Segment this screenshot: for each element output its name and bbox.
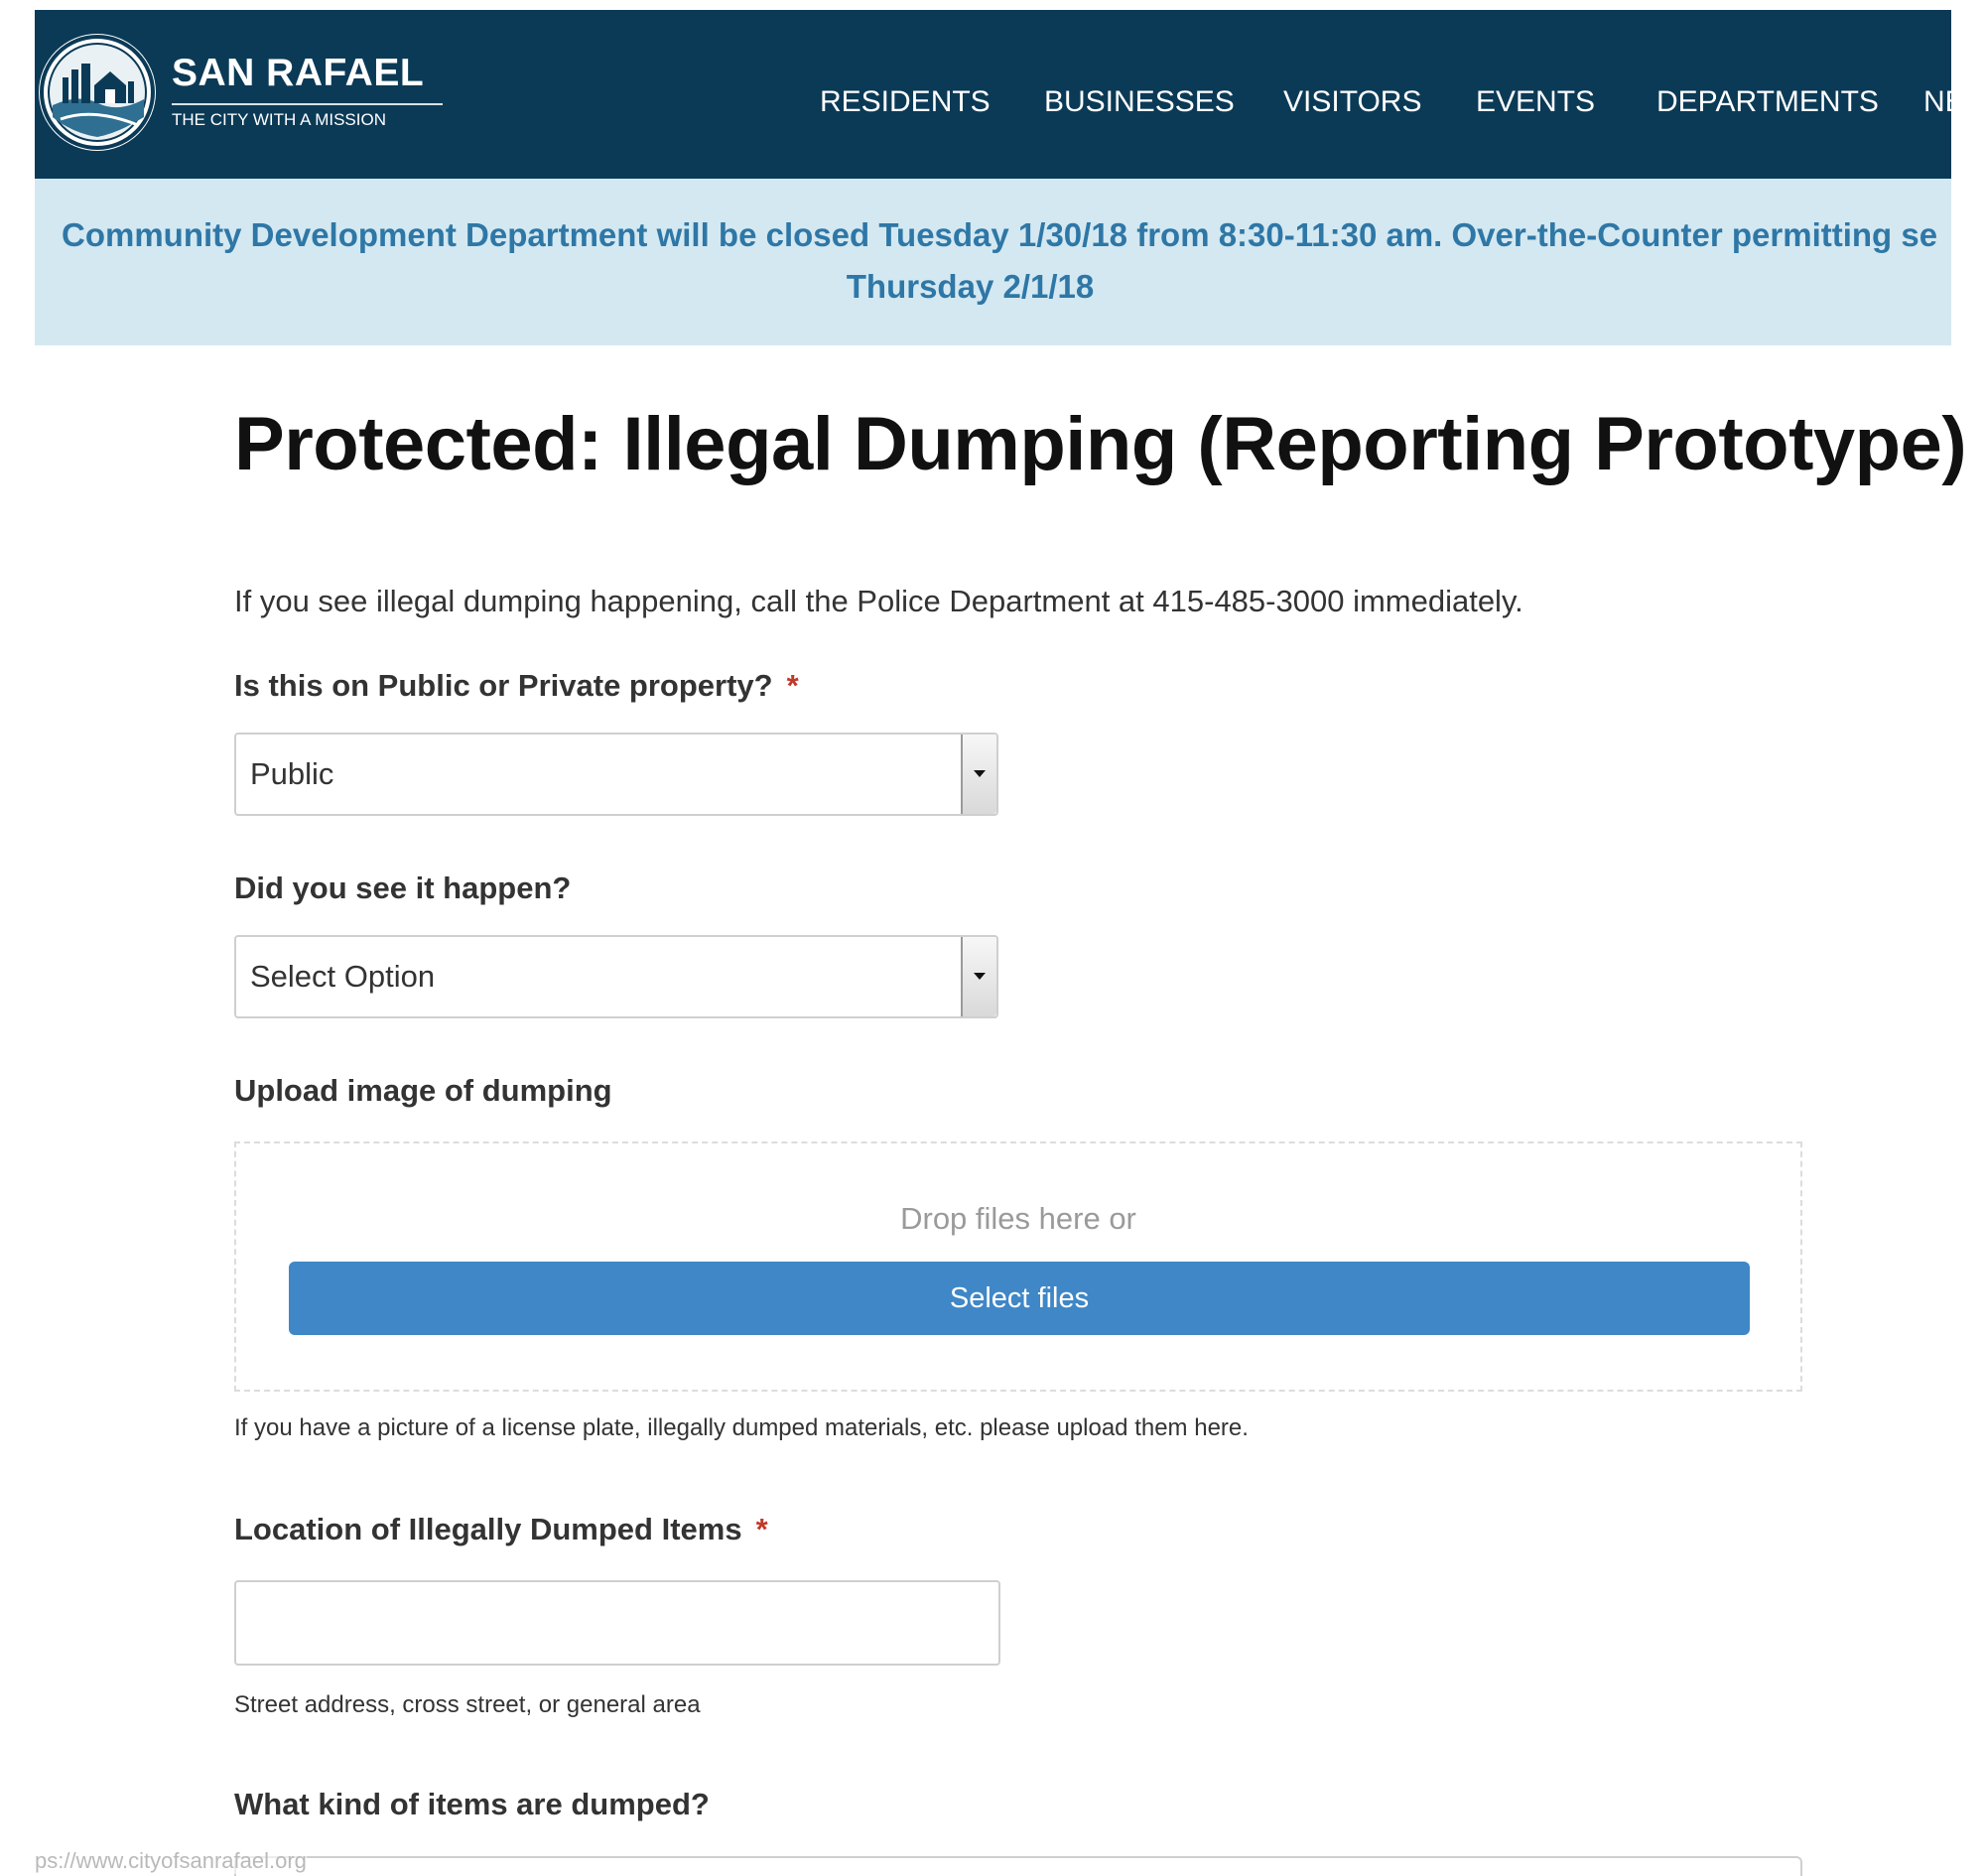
- nav-visitors[interactable]: VISITORS: [1283, 85, 1421, 119]
- intro-text: If you see illegal dumping happening, ca…: [234, 584, 1523, 618]
- site-header: SAN RAFAEL THE CITY WITH A MISSION RESID…: [35, 10, 1951, 179]
- required-marker: *: [755, 1512, 768, 1546]
- alert-message: Community Development Department will be…: [62, 216, 1938, 253]
- nav-news[interactable]: NE: [1923, 85, 1951, 119]
- file-dropzone[interactable]: Drop files here or Select files: [234, 1141, 1802, 1392]
- location-help-text: Street address, cross street, or general…: [234, 1691, 701, 1718]
- property-type-select[interactable]: Public: [234, 733, 998, 816]
- dropdown-arrow-icon[interactable]: [961, 937, 996, 1016]
- upload-help-text: If you have a picture of a license plate…: [234, 1414, 1249, 1441]
- property-type-label: Is this on Public or Private property? *: [234, 668, 799, 704]
- witnessed-select[interactable]: Select Option: [234, 935, 998, 1018]
- nav-businesses[interactable]: BUSINESSES: [1044, 85, 1235, 119]
- dropzone-hint: Drop files here or: [900, 1201, 1136, 1236]
- property-type-value: Public: [250, 756, 334, 791]
- witnessed-label: Did you see it happen?: [234, 871, 572, 905]
- nav-events[interactable]: EVENTS: [1476, 85, 1595, 119]
- location-label: Location of Illegally Dumped Items *: [234, 1512, 768, 1547]
- upload-label: Upload image of dumping: [234, 1073, 612, 1108]
- brand-title[interactable]: SAN RAFAEL: [172, 52, 424, 95]
- property-type-label-text: Is this on Public or Private property?: [234, 668, 773, 703]
- dropdown-arrow-icon[interactable]: [961, 735, 996, 814]
- status-bar-url: ps://www.cityofsanrafael.org: [35, 1848, 307, 1874]
- page-title: Protected: Illegal Dumping (Reporting Pr…: [234, 402, 1967, 486]
- alert-message-continued: Thursday 2/1/18: [846, 268, 1095, 305]
- required-marker: *: [786, 668, 799, 703]
- nav-departments[interactable]: DEPARTMENTS: [1656, 85, 1879, 119]
- witnessed-value: Select Option: [250, 959, 436, 994]
- city-seal-logo[interactable]: [39, 34, 156, 151]
- alert-banner: Community Development Department will be…: [35, 179, 1951, 345]
- select-files-button[interactable]: Select files: [289, 1262, 1750, 1335]
- location-input[interactable]: [234, 1580, 1000, 1666]
- items-input[interactable]: [234, 1856, 1802, 1876]
- brand-divider: [172, 103, 443, 105]
- nav-residents[interactable]: RESIDENTS: [820, 85, 991, 119]
- items-label: What kind of items are dumped?: [234, 1787, 710, 1821]
- brand-tagline: THE CITY WITH A MISSION: [172, 110, 386, 129]
- location-label-text: Location of Illegally Dumped Items: [234, 1512, 742, 1546]
